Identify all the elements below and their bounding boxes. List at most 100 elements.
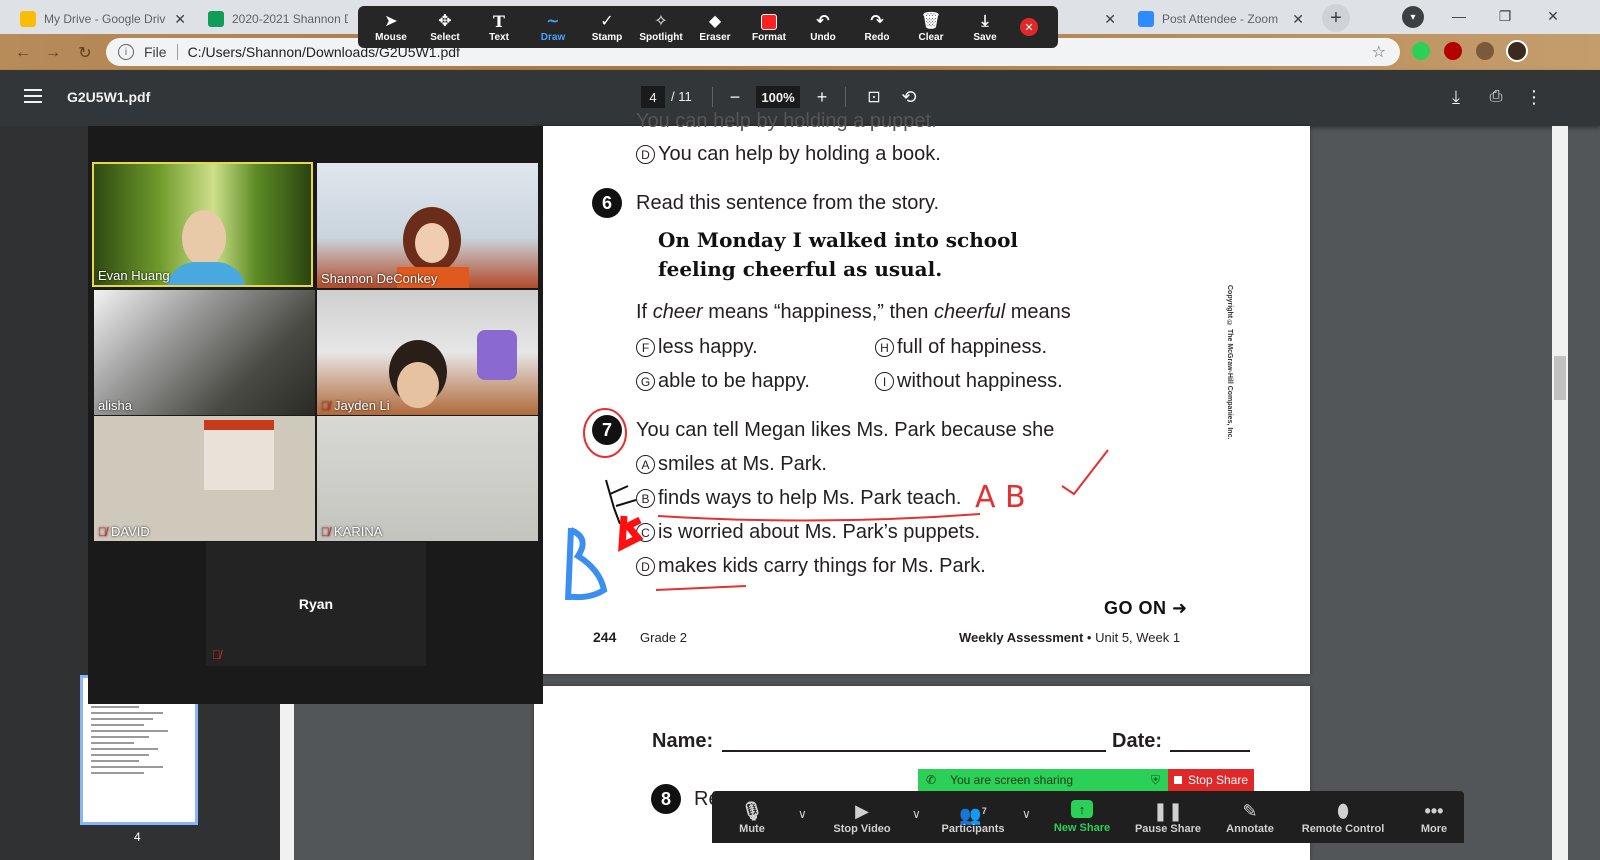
eraser-tool[interactable]: ◆ Eraser — [688, 6, 742, 48]
back-icon[interactable]: ← — [12, 42, 34, 64]
question-stem: If cheer means “happiness,” then cheerfu… — [636, 301, 1071, 324]
select-tool[interactable]: ✥ Select — [418, 6, 472, 48]
stop-video-button[interactable]: ▶ Stop Video — [824, 791, 900, 843]
muted-mic-icon: 🎙̸ — [98, 524, 107, 539]
participant-video — [166, 262, 246, 285]
more-vert-icon[interactable]: ⋮ — [1522, 85, 1546, 109]
microphone-icon: 🎙 — [740, 801, 764, 821]
video-tile-david[interactable]: 🎙̸ DAVID — [94, 416, 315, 541]
undo-icon: ↶ — [816, 12, 830, 30]
tab-sheets[interactable]: 2020-2021 Shannon DeConkey — [198, 4, 358, 34]
chevron-up-icon[interactable]: ∨ — [798, 807, 807, 821]
download-icon[interactable]: ⤓ — [1444, 85, 1468, 109]
save-tool[interactable]: ⤓ Save — [958, 6, 1012, 48]
redo-tool[interactable]: ↷ Redo — [850, 6, 904, 48]
extension-icon[interactable] — [1412, 42, 1430, 60]
clear-tool[interactable]: 🗑 Clear — [904, 6, 958, 48]
fit-to-page-icon[interactable]: ⊡ — [862, 85, 886, 109]
close-tab-icon[interactable]: ✕ — [1104, 11, 1116, 28]
close-tab-icon[interactable]: ✕ — [1292, 11, 1304, 28]
spotlight-tool[interactable]: ✧ Spotlight — [634, 6, 688, 48]
video-tile-jayden[interactable]: 🎙̸ Jayden Li — [317, 290, 538, 415]
option-text: is worried about Ms. Park’s puppets. — [658, 521, 981, 543]
extensions-puzzle-icon[interactable] — [1476, 42, 1494, 60]
question-prompt: You can tell Megan likes Ms. Park becaus… — [636, 419, 1055, 441]
mute-button[interactable]: 🎙 Mute — [728, 791, 776, 843]
participant-video — [204, 420, 274, 490]
close-window-icon[interactable]: ✕ — [1530, 0, 1576, 32]
new-tab-button[interactable]: + — [1322, 4, 1350, 32]
tab-pdf-close[interactable]: ✕ — [1060, 4, 1126, 34]
muted-mic-icon: 🎙̸ — [321, 398, 330, 413]
stamp-tool[interactable]: ✓ Stamp — [580, 6, 634, 48]
close-tab-icon[interactable]: ✕ — [174, 11, 186, 28]
control-label: Annotate — [1226, 823, 1274, 835]
stop-share-button[interactable]: Stop Share — [1168, 769, 1254, 791]
zoom-out-icon[interactable]: − — [723, 85, 747, 109]
print-icon[interactable]: ⎙ — [1484, 85, 1508, 109]
option-a: Asmiles at Ms. Park. — [636, 453, 827, 476]
zoom-in-icon[interactable]: + — [810, 85, 834, 109]
question-number: 8 — [651, 784, 681, 814]
option-b: Bfinds ways to help Ms. Park teach. — [636, 487, 961, 510]
page-number-input[interactable]: 4 — [641, 86, 665, 108]
option-i: Iwithout happiness. — [875, 370, 1063, 393]
tab-zoom[interactable]: Post Attendee - Zoom ✕ — [1128, 4, 1314, 34]
name-text: alisha — [98, 398, 132, 413]
pause-share-button[interactable]: ❚❚ Pause Share — [1132, 791, 1204, 843]
video-tile-alisha[interactable]: alisha — [94, 290, 315, 415]
bookmark-star-icon[interactable]: ☆ — [1372, 42, 1386, 62]
question-prompt: Read this sentence from the story. — [636, 192, 940, 214]
remote-control-button[interactable]: ⬮ Remote Control — [1298, 791, 1388, 843]
scrollbar-thumb[interactable] — [1554, 356, 1566, 400]
profile-avatar[interactable] — [1506, 40, 1528, 62]
page-total: / 11 — [671, 89, 692, 104]
text-tool[interactable]: T Text — [472, 6, 526, 48]
tool-label: Spotlight — [639, 31, 683, 43]
participants-icon: 👥7 — [959, 805, 987, 825]
video-tile-karina[interactable]: 🎙̸ KARINA — [317, 416, 538, 541]
video-tile-shannon[interactable]: Shannon DeConkey — [317, 163, 538, 288]
minimize-icon[interactable]: — — [1436, 0, 1482, 32]
forward-icon[interactable]: → — [42, 42, 64, 64]
participant-video — [477, 330, 517, 380]
control-label: Participants — [941, 823, 1005, 835]
annotate-button[interactable]: ✎ Annotate — [1220, 791, 1280, 843]
chevron-up-icon[interactable]: ∨ — [912, 807, 921, 821]
reload-icon[interactable]: ↻ — [74, 42, 96, 64]
format-tool[interactable]: Format — [742, 6, 796, 48]
participants-button[interactable]: 👥7 Participants — [938, 791, 1008, 843]
answer-bubble: G — [636, 372, 655, 391]
info-icon[interactable]: i — [118, 44, 134, 60]
rotate-icon[interactable]: ⟲ — [897, 85, 921, 109]
sharing-text: You are screen sharing — [950, 773, 1074, 787]
sharing-status[interactable]: ✆ You are screen sharing ⛨ — [918, 769, 1168, 791]
text-icon: T — [493, 11, 505, 31]
tool-label: Mouse — [375, 31, 407, 43]
stem-italic: cheer — [652, 301, 703, 323]
undo-tool[interactable]: ↶ Undo — [796, 6, 850, 48]
name-line — [722, 750, 1106, 752]
date-line — [1170, 750, 1250, 752]
tool-label: Text — [489, 31, 509, 43]
participant-video — [182, 210, 226, 266]
draw-tool[interactable]: ∼ Draw — [526, 6, 580, 48]
close-annotate-icon[interactable]: ✕ — [1020, 18, 1038, 36]
tab-google-drive[interactable]: My Drive - Google Drive ✕ — [10, 4, 196, 34]
tool-label: Stamp — [591, 31, 623, 43]
chevron-up-icon[interactable]: ∨ — [1022, 807, 1031, 821]
new-share-button[interactable]: ↑ New Share — [1048, 791, 1116, 843]
video-tile-evan[interactable]: Evan Huang — [92, 162, 313, 287]
zoom-level-input[interactable]: 100% — [756, 86, 800, 108]
video-tile-ryan[interactable]: Ryan 🎙̸ — [206, 542, 426, 666]
date-label: Date: — [1112, 730, 1163, 752]
ublock-icon[interactable] — [1444, 42, 1462, 60]
option-h: Hfull of happiness. — [875, 336, 1047, 359]
more-button[interactable]: ••• More — [1412, 791, 1456, 843]
mouse-tool[interactable]: ➤ Mouse — [364, 6, 418, 48]
option-text: able to be happy. — [658, 370, 810, 392]
restore-icon[interactable]: ❐ — [1482, 0, 1528, 32]
tab-search-icon[interactable]: ▾ — [1402, 6, 1424, 28]
main-scrollbar[interactable] — [1552, 126, 1568, 860]
menu-icon[interactable] — [24, 89, 42, 103]
